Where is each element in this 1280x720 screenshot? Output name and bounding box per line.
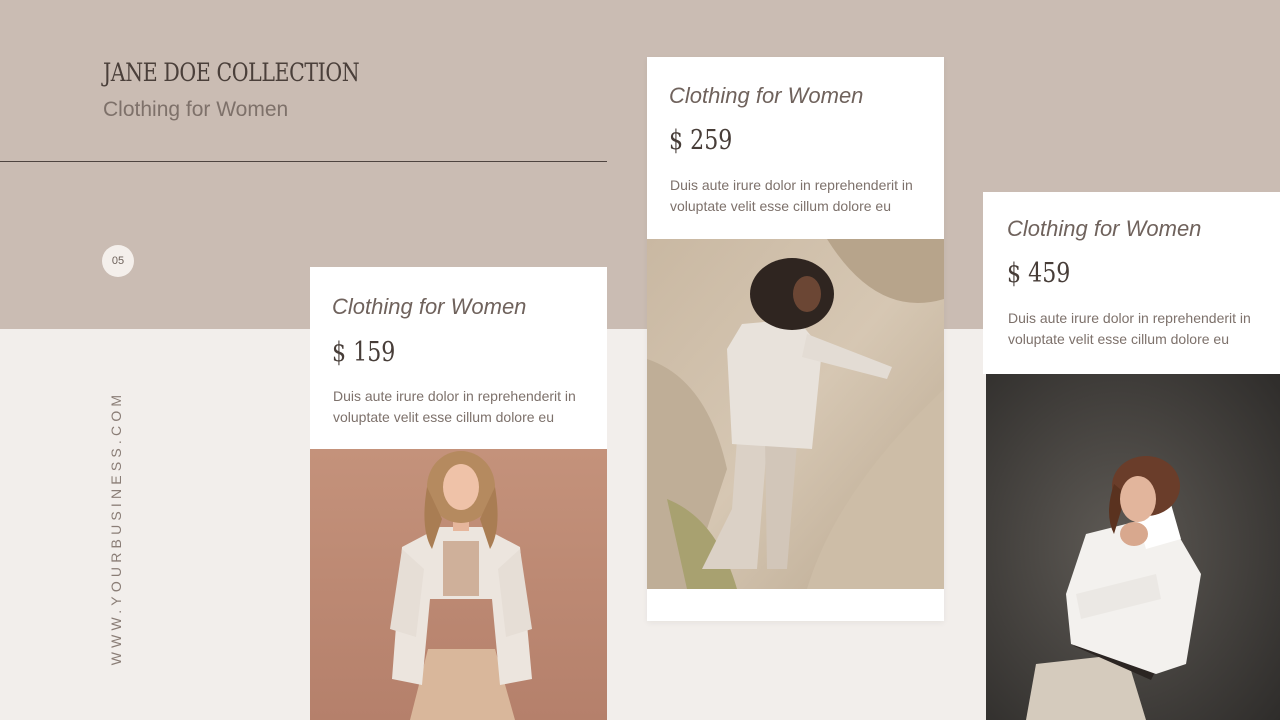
product-card: Clothing for Women $ 459 Duis aute irure…	[983, 192, 1280, 374]
brand-subtitle: Clothing for Women	[103, 98, 289, 121]
product-title: Clothing for Women	[332, 294, 527, 319]
website-url: WWW.YOURBUSINESS.COM	[108, 390, 124, 666]
page-number-badge: 05	[102, 245, 134, 277]
woman-in-white-shirt-photo	[986, 374, 1280, 720]
product-description: Duis aute irure dolor in reprehenderit i…	[1008, 310, 1251, 347]
product-card: Clothing for Women $ 159 Duis aute irure…	[310, 267, 607, 449]
woman-in-blazer-smiling-photo	[310, 449, 607, 720]
product-price: $ 159	[332, 337, 396, 368]
product-title: Clothing for Women	[669, 83, 864, 108]
woman-climbing-rocks-photo	[647, 239, 944, 589]
product-description: Duis aute irure dolor in reprehenderit i…	[670, 177, 913, 214]
product-description: Duis aute irure dolor in reprehenderit i…	[333, 388, 576, 425]
brand-title: JANE DOE COLLECTION	[103, 58, 360, 87]
product-title: Clothing for Women	[1007, 216, 1202, 241]
product-price: $ 459	[1007, 258, 1071, 289]
product-price: $ 259	[669, 125, 733, 156]
header-divider	[0, 161, 607, 162]
